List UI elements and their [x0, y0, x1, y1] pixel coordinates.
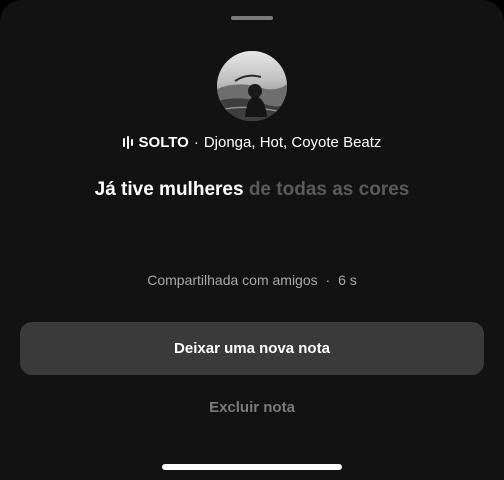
home-indicator[interactable] — [162, 464, 342, 470]
lyric-active-text: Já tive mulheres — [94, 179, 244, 200]
lyric-upcoming-text: de todas as cores — [248, 179, 410, 200]
lyric-line: Já tive mulheres de todas as cores — [0, 179, 504, 201]
music-bars-icon — [122, 135, 133, 149]
meta-separator: · — [325, 272, 331, 288]
leave-new-note-button[interactable]: Deixar uma nova nota — [20, 322, 484, 375]
song-artists: Djonga, Hot, Coyote Beatz — [203, 133, 382, 151]
note-bottom-sheet: SOLTO · Djonga, Hot, Coyote Beatz Já tiv… — [0, 0, 504, 480]
note-meta: Compartilhada com amigos · 6 s — [0, 272, 504, 288]
song-title: SOLTO — [138, 133, 189, 151]
shared-with-label: Compartilhada com amigos — [147, 272, 318, 288]
avatar[interactable] — [217, 51, 287, 121]
note-age: 6 s — [338, 272, 357, 288]
delete-note-button[interactable]: Excluir nota — [0, 396, 504, 418]
song-attribution[interactable]: SOLTO · Djonga, Hot, Coyote Beatz — [0, 132, 504, 152]
song-separator: · — [193, 133, 199, 151]
sheet-grabber-handle[interactable] — [231, 16, 273, 20]
avatar-photo — [217, 51, 287, 121]
